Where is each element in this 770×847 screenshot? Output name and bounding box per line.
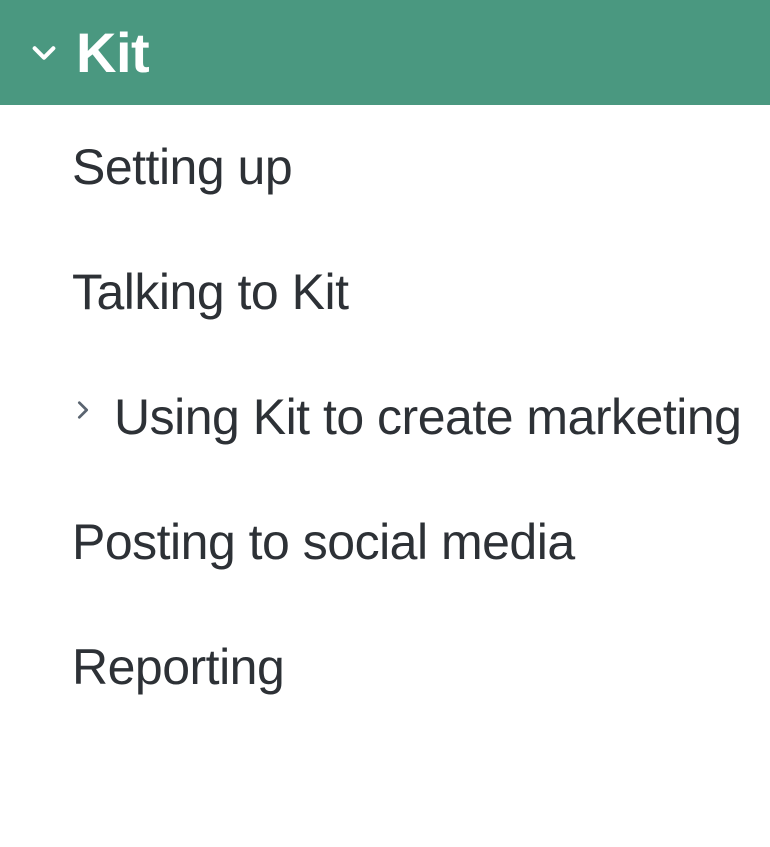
sidebar-header-title: Kit xyxy=(76,20,149,85)
sidebar-item-label: Setting up xyxy=(72,135,292,200)
chevron-right-icon xyxy=(72,399,94,421)
sidebar-items: Setting up Talking to Kit Using Kit to c… xyxy=(0,105,770,730)
sidebar-item-label: Talking to Kit xyxy=(72,260,348,325)
sidebar-item-label: Using Kit to create marketing xyxy=(114,385,741,450)
sidebar-item-talking-to-kit[interactable]: Talking to Kit xyxy=(0,230,770,355)
sidebar-header[interactable]: Kit xyxy=(0,0,770,105)
sidebar-item-reporting[interactable]: Reporting xyxy=(0,605,770,730)
sidebar-item-label: Posting to social media xyxy=(72,510,575,575)
sidebar-item-posting-social-media[interactable]: Posting to social media xyxy=(0,480,770,605)
chevron-down-icon xyxy=(30,39,58,67)
sidebar-item-setting-up[interactable]: Setting up xyxy=(0,105,770,230)
sidebar-item-using-kit-marketing[interactable]: Using Kit to create marketing xyxy=(0,355,770,480)
sidebar-item-label: Reporting xyxy=(72,635,284,700)
sidebar-nav: Kit Setting up Talking to Kit Using Kit … xyxy=(0,0,770,730)
